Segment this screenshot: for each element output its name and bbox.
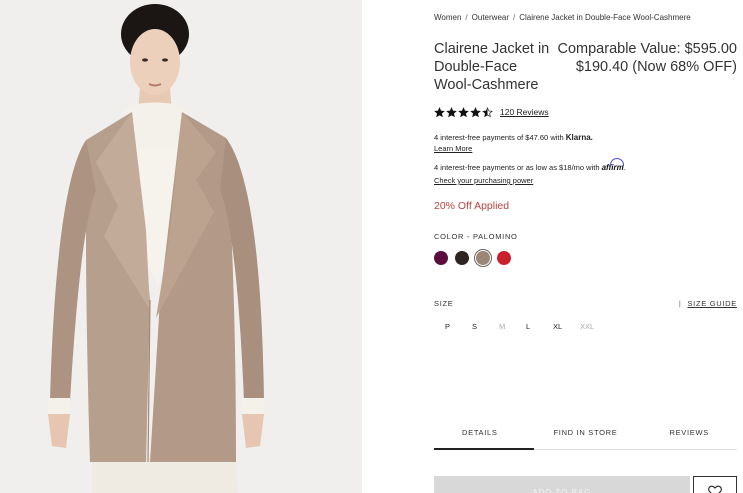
color-swatch[interactable] <box>434 251 448 265</box>
size-guide[interactable]: | SIZE GUIDE <box>679 299 737 308</box>
color-swatches <box>434 251 518 265</box>
product-info: Women / Outerwear / Clairene Jacket in Doubl… <box>434 0 737 493</box>
size-label: SIZE <box>434 299 454 308</box>
star-icon <box>482 106 493 117</box>
size-option[interactable]: XL <box>553 322 580 331</box>
product-tabs: DETAILS FIND IN STORE REVIEWS <box>434 416 737 450</box>
color-swatch[interactable] <box>476 251 490 265</box>
breadcrumb-outerwear[interactable]: Outerwear <box>472 13 509 22</box>
affirm-message: 4 interest-free payments or as low as $1… <box>434 158 626 186</box>
affirm-arc-icon <box>609 158 624 166</box>
klarna-logo: Klarna. <box>565 133 593 142</box>
divider: | <box>678 299 682 308</box>
product-photo <box>0 0 362 493</box>
size-option[interactable]: M <box>499 322 526 331</box>
color-swatch[interactable] <box>455 251 469 265</box>
selected-color-name: PALOMINO <box>472 232 518 241</box>
size-option[interactable]: L <box>526 322 553 331</box>
rating[interactable]: 120 Reviews <box>434 105 549 119</box>
product-image[interactable] <box>0 0 362 493</box>
klarna-learn-more-link[interactable]: Learn More <box>434 144 593 154</box>
star-icon <box>434 106 445 117</box>
size-options: P S M L XL XXL <box>445 322 607 331</box>
product-title: Clairene Jacket in Double-Face Wool-Cash… <box>434 41 550 93</box>
klarna-text: 4 interest-free payments of $47.60 with <box>434 133 564 142</box>
affirm-logo: affirm <box>602 158 624 172</box>
color-label: COLOR - PALOMINO <box>434 232 518 241</box>
affirm-purchasing-power-link[interactable]: Check your purchasing power <box>434 175 626 186</box>
promo-message: 20% Off Applied <box>434 200 510 212</box>
color-swatch[interactable] <box>497 251 511 265</box>
affirm-text: 4 interest-free payments or as low as $1… <box>434 163 600 172</box>
klarna-message: 4 interest-free payments of $47.60 with … <box>434 133 593 154</box>
star-icon <box>446 106 457 117</box>
breadcrumb-separator: / <box>465 13 468 22</box>
star-icon <box>458 106 469 117</box>
tab-details[interactable]: DETAILS <box>434 416 544 450</box>
tab-find-in-store[interactable]: FIND IN STORE <box>544 416 626 449</box>
breadcrumb-current[interactable]: Clairene Jacket in Double-Face Wool-Cash… <box>519 13 690 22</box>
size-option[interactable]: P <box>445 322 472 331</box>
star-icon <box>470 106 481 117</box>
affirm-suffix: . <box>623 163 626 172</box>
size-option[interactable]: S <box>472 322 499 331</box>
sale-price: $190.40 (Now 68% OFF) <box>575 59 737 75</box>
size-option[interactable]: XXL <box>580 322 607 331</box>
size-guide-link[interactable]: SIZE GUIDE <box>687 299 737 308</box>
tab-reviews[interactable]: REVIEWS <box>627 416 737 449</box>
price-block: Comparable Value: $595.00 $190.40 (Now 6… <box>557 40 738 76</box>
color-label-prefix: COLOR - <box>434 232 471 241</box>
reviews-link[interactable]: 120 Reviews <box>500 107 549 117</box>
wishlist-button[interactable] <box>693 476 737 493</box>
breadcrumb-women[interactable]: Women <box>434 13 461 22</box>
breadcrumb-separator: / <box>513 13 516 22</box>
breadcrumb: Women / Outerwear / Clairene Jacket in Doubl… <box>434 13 691 22</box>
comparable-value: Comparable Value: $595.00 <box>557 41 738 57</box>
star-rating <box>434 106 494 118</box>
add-to-bag-button[interactable]: ADD TO BAG <box>434 476 690 493</box>
heart-icon <box>708 485 722 493</box>
